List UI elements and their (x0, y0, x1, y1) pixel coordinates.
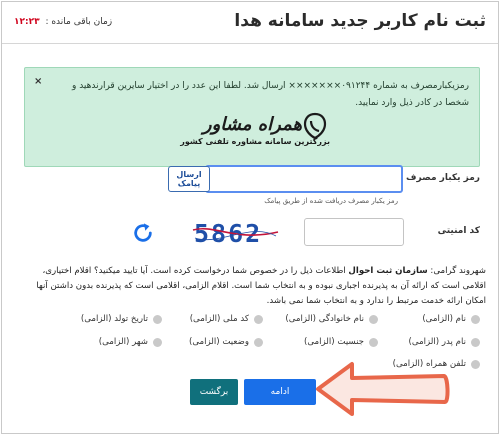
option-gender[interactable]: جنسیت (الزامی) (304, 335, 378, 349)
continue-button[interactable]: ادامه (244, 379, 316, 405)
radio-icon[interactable] (254, 314, 263, 324)
captcha-image: 5862 (192, 219, 279, 248)
option-label: نام (الزامی) (422, 314, 466, 324)
refresh-icon[interactable] (132, 222, 154, 244)
radio-icon[interactable] (369, 314, 378, 324)
option-label: تاریخ تولد (الزامی) (80, 314, 148, 324)
otp-label: رمز یکبار مصرف (406, 173, 480, 183)
page-header: ثبت نام کاربر جدید سامانه هدا زمان باقی … (2, 2, 498, 44)
captcha-text: 5862 (194, 219, 262, 248)
otp-sent-alert: رمزیکبارمصرف به شماره ۰۹۱۲۴۴××××××× ارسا… (24, 67, 480, 167)
close-icon[interactable]: × (34, 76, 42, 87)
send-sms-button[interactable]: ارسال پیامک (168, 166, 210, 192)
timer-value: ۱۲:۲۳ (14, 17, 40, 27)
back-button[interactable]: برگشت (190, 379, 238, 405)
radio-icon[interactable] (153, 314, 162, 324)
radio-icon[interactable] (153, 337, 162, 347)
option-label: جنسیت (الزامی) (304, 337, 364, 347)
option-last-name[interactable]: نام خانوادگی (الزامی) (285, 312, 378, 326)
option-city[interactable]: شهر (الزامی) (99, 335, 162, 349)
page-title: ثبت نام کاربر جدید سامانه هدا (234, 11, 486, 31)
consent-prefix: شهروند گرامی: (427, 266, 486, 276)
option-label: نام پدر (الزامی) (408, 337, 466, 347)
countdown-timer: زمان باقی مانده : ۱۲:۲۳ (14, 17, 112, 27)
consent-org: سازمان ثبت احوال (348, 266, 428, 276)
option-first-name[interactable]: نام (الزامی) (422, 312, 480, 326)
timer-label: زمان باقی مانده : (45, 17, 113, 27)
radio-icon[interactable] (254, 337, 263, 347)
option-status[interactable]: وضعیت (الزامی) (189, 335, 263, 349)
captcha-input[interactable] (304, 218, 404, 246)
otp-input[interactable] (205, 165, 403, 193)
option-label: کد ملی (الزامی) (189, 314, 249, 324)
radio-icon[interactable] (369, 337, 378, 347)
consent-text: شهروند گرامی: سازمان ثبت احوال اطلاعات ذ… (20, 264, 486, 309)
option-national-id[interactable]: کد ملی (الزامی) (190, 312, 263, 326)
captcha-label: کد امنیتی (437, 226, 480, 236)
option-label: نام خانوادگی (الزامی) (285, 314, 364, 324)
radio-icon[interactable] (471, 359, 480, 369)
registration-window: ثبت نام کاربر جدید سامانه هدا زمان باقی … (1, 1, 499, 434)
option-label: شهر (الزامی) (98, 337, 148, 347)
option-birth-date[interactable]: تاریخ تولد (الزامی) (81, 312, 162, 326)
pointer-arrow-icon (316, 362, 450, 416)
radio-icon[interactable] (471, 337, 480, 347)
option-father-name[interactable]: نام پدر (الزامی) (409, 335, 480, 349)
radio-icon[interactable] (471, 314, 480, 324)
alert-message: رمزیکبارمصرف به شماره ۰۹۱۲۴۴××××××× ارسا… (71, 81, 469, 108)
option-label: وضعیت (الزامی) (189, 337, 249, 347)
otp-hint: رمز یکبار مصرف دریافت شده از طریق پیامک (264, 197, 398, 205)
